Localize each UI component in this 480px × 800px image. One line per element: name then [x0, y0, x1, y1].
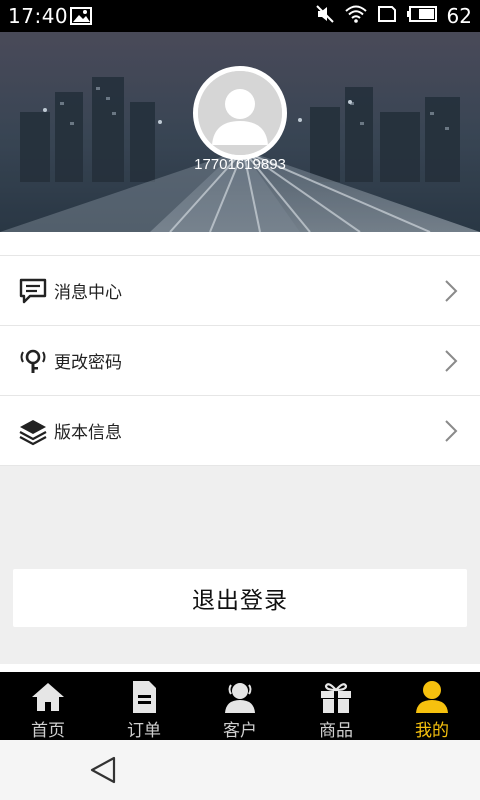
- menu-item-change-password[interactable]: 更改密码: [0, 326, 480, 396]
- tab-label: 首页: [31, 721, 65, 741]
- tab-label: 订单: [127, 721, 161, 741]
- person-icon: [414, 680, 450, 714]
- layers-icon: [18, 416, 48, 446]
- chevron-right-icon: [444, 419, 458, 443]
- menu-item-version-info[interactable]: 版本信息: [0, 396, 480, 466]
- status-bar: 17:40 62: [0, 0, 480, 32]
- menu-list: 消息中心 更改密码 版本信息: [0, 232, 480, 466]
- profile-header: 17701619893: [0, 32, 480, 232]
- tab-label: 商品: [319, 721, 353, 741]
- user-phone-number: 17701619893: [194, 156, 286, 173]
- home-icon: [30, 680, 66, 714]
- status-time: 17:40: [8, 4, 69, 28]
- avatar[interactable]: [193, 66, 287, 160]
- chevron-right-icon: [444, 279, 458, 303]
- tab-orders[interactable]: 订单: [96, 672, 192, 741]
- menu-item-label: 版本信息: [54, 423, 122, 443]
- menu-item-message-center[interactable]: 消息中心: [0, 256, 480, 326]
- tab-products[interactable]: 商品: [288, 672, 384, 741]
- tab-label: 我的: [415, 721, 449, 741]
- logout-button[interactable]: 退出登录: [13, 569, 467, 627]
- gift-icon: [318, 680, 354, 714]
- system-navigation-bar: [0, 740, 480, 800]
- image-icon: [70, 7, 92, 29]
- customers-icon: [222, 680, 258, 714]
- battery-level: 62: [446, 4, 472, 28]
- menu-item-label: 更改密码: [54, 353, 122, 373]
- message-icon: [18, 276, 48, 306]
- wifi-icon: [344, 5, 367, 27]
- back-icon[interactable]: [88, 754, 120, 786]
- tab-customers[interactable]: 客户: [192, 672, 288, 741]
- tab-home[interactable]: 首页: [0, 672, 96, 741]
- screen: 17:40 62 17701619893 消息中心 更改密码 版本信息 退出登录…: [0, 0, 480, 800]
- battery-icon: [406, 6, 437, 26]
- mute-icon: [315, 4, 335, 28]
- tab-mine[interactable]: 我的: [384, 672, 480, 741]
- divider: [0, 664, 480, 672]
- sim-icon: [377, 5, 397, 27]
- document-icon: [126, 680, 162, 714]
- menu-spacer: [0, 232, 480, 256]
- bottom-tab-bar: 首页 订单 客户 商品 我的: [0, 672, 480, 741]
- default-avatar-icon: [198, 71, 282, 155]
- tab-label: 客户: [223, 721, 257, 741]
- key-icon: [18, 346, 48, 376]
- menu-item-label: 消息中心: [54, 283, 122, 303]
- chevron-right-icon: [444, 349, 458, 373]
